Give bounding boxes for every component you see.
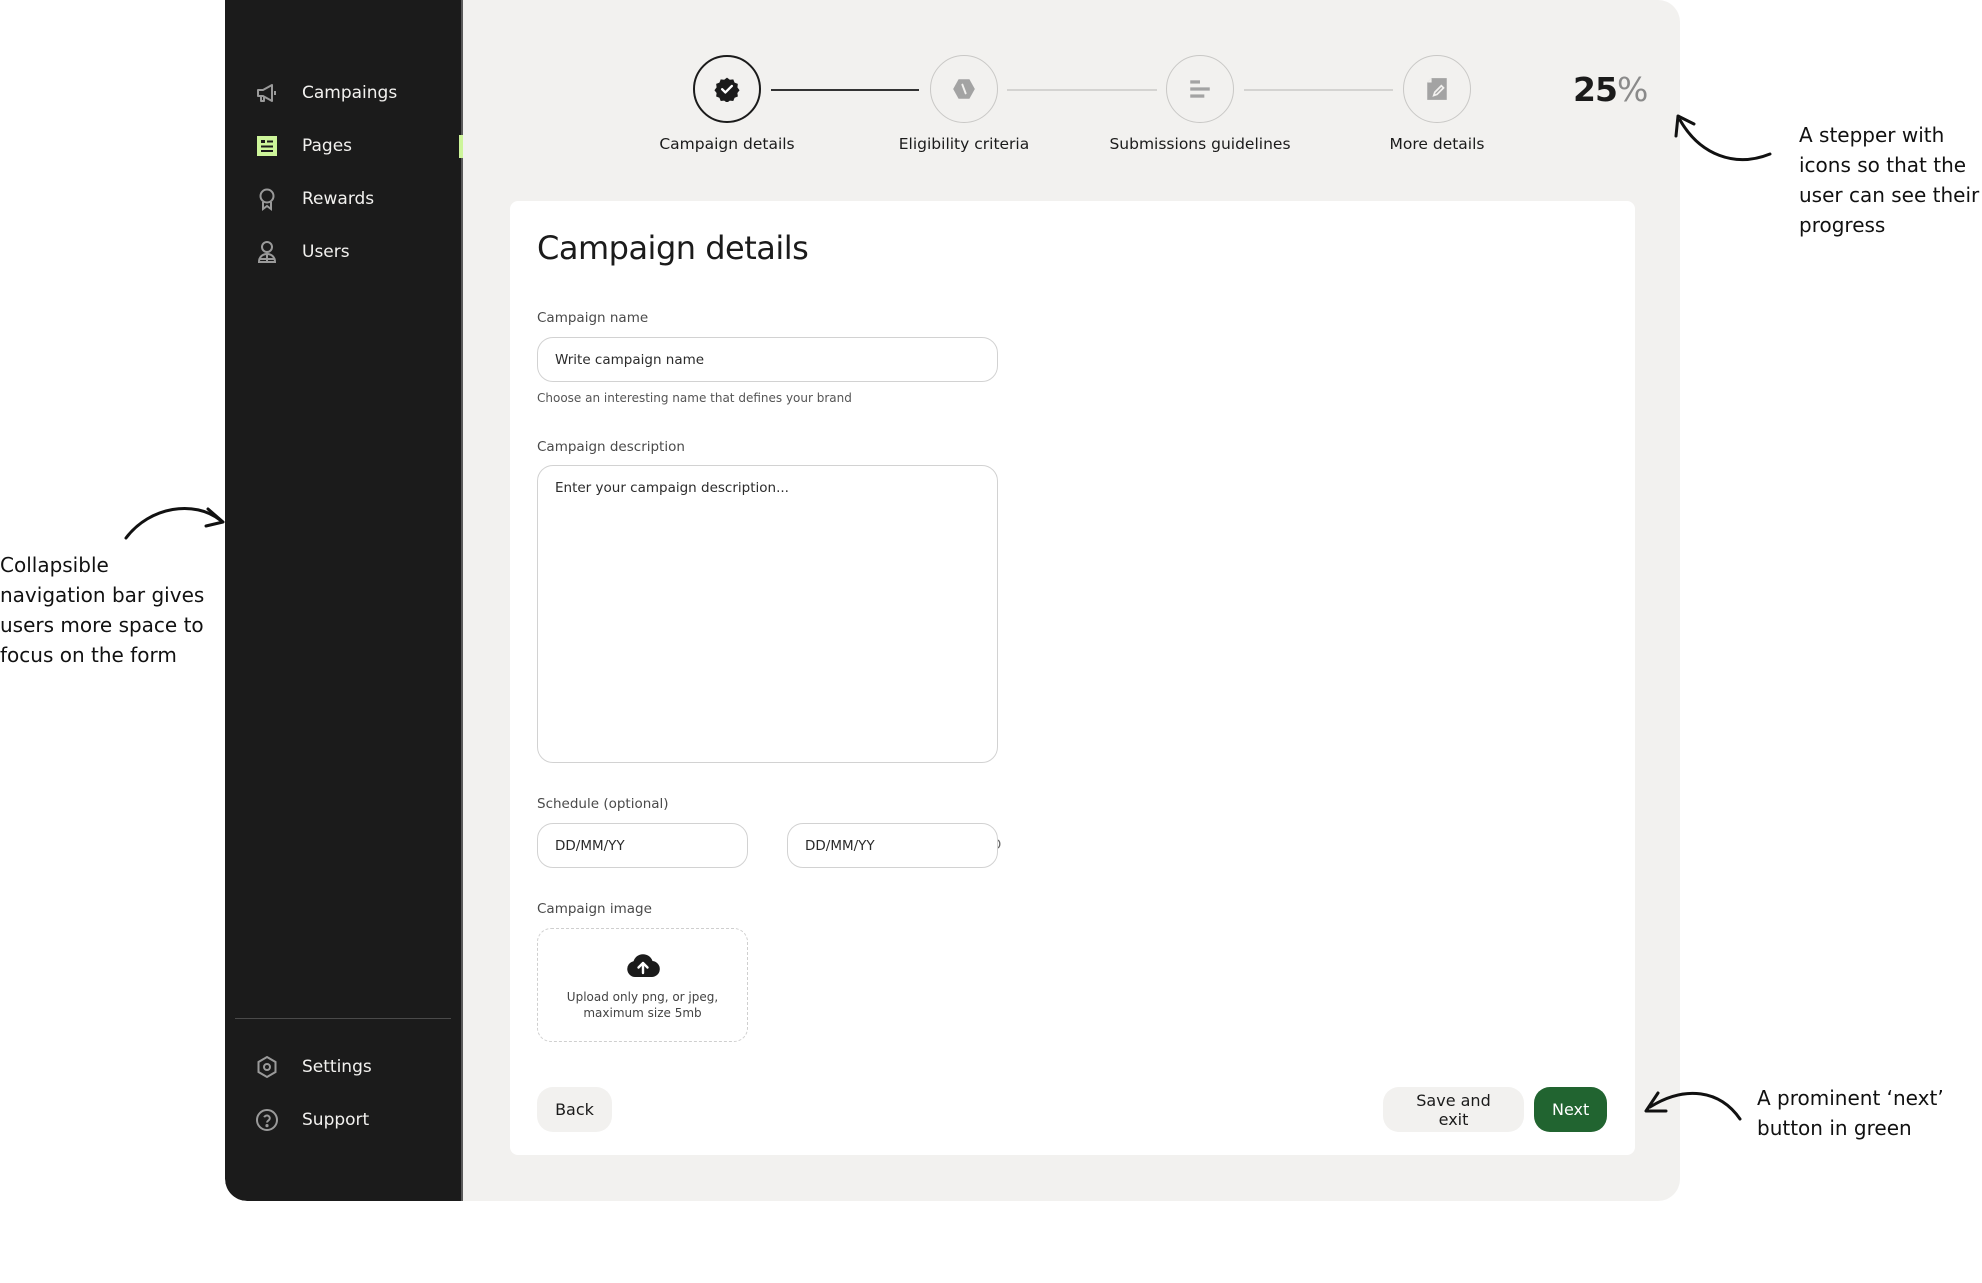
user-icon	[255, 240, 279, 264]
annotation-stepper: A stepper with icons so that the user ca…	[1799, 120, 1979, 240]
upload-instructions-line2: maximum size 5mb	[583, 1006, 702, 1020]
annotation-arrow-icon	[1674, 114, 1772, 162]
help-icon	[255, 1108, 279, 1132]
cloud-upload-icon	[626, 954, 660, 978]
sidebar-item-label: Rewards	[302, 189, 375, 209]
step-label: Campaign details	[659, 135, 795, 153]
annotation-line: icons so that the	[1799, 153, 1967, 177]
progress-stepper: Campaign details Eligibility criteria Su…	[225, 0, 1680, 180]
verified-check-icon	[714, 77, 740, 102]
step-label: Eligibility criteria	[898, 135, 1030, 153]
sidebar: Campaings Pages Rewards Users Settings S…	[225, 0, 463, 1201]
step-eligibility-criteria[interactable]: Eligibility criteria	[854, 55, 1074, 153]
app-window: Campaings Pages Rewards Users Settings S…	[225, 0, 1680, 1201]
sidebar-divider	[235, 1018, 451, 1019]
campaign-name-hint: Choose an interesting name that defines …	[537, 391, 852, 405]
sidebar-item-label: Support	[302, 1110, 370, 1130]
annotation-line: A prominent ‘next’	[1757, 1086, 1944, 1110]
sidebar-item-rewards[interactable]: Rewards	[255, 183, 445, 215]
page-title: Campaign details	[537, 229, 809, 267]
sidebar-item-label: Settings	[302, 1057, 372, 1077]
campaign-image-label: Campaign image	[537, 901, 652, 917]
annotation-line: users more space to	[0, 613, 204, 637]
annotation-line: A stepper with	[1799, 123, 1945, 147]
campaign-name-label: Campaign name	[537, 310, 649, 326]
schedule-end-date-input[interactable]	[787, 823, 998, 868]
save-and-exit-button[interactable]: Save and exit	[1383, 1087, 1524, 1132]
progress-number: 25	[1573, 70, 1618, 109]
next-button[interactable]: Next	[1534, 1087, 1607, 1132]
align-left-icon	[1190, 80, 1210, 98]
annotation-line: user can see their	[1799, 183, 1980, 207]
step-circle	[1403, 55, 1471, 123]
annotation-next-button: A prominent ‘next’ button in green	[1757, 1083, 1944, 1143]
annotation-line: button in green	[1757, 1116, 1912, 1140]
schedule-start-date-input[interactable]	[537, 823, 748, 868]
annotation-line: progress	[1799, 213, 1886, 237]
step-circle	[693, 55, 761, 123]
award-icon	[255, 187, 279, 211]
schedule-label: Schedule (optional)	[537, 796, 669, 812]
campaign-description-label: Campaign description	[537, 439, 685, 455]
sidebar-item-support[interactable]: Support	[255, 1104, 445, 1136]
step-more-details[interactable]: More details	[1327, 55, 1547, 153]
step-label: Submissions guidelines	[1109, 135, 1291, 153]
form-card: Campaign details Campaign name Choose an…	[510, 201, 1635, 1155]
document-edit-icon	[1427, 78, 1447, 100]
annotation-arrow-icon	[124, 506, 225, 540]
annotation-line: focus on the form	[0, 643, 177, 667]
sidebar-item-label: Users	[302, 242, 350, 262]
upload-instructions-line1: Upload only png, or jpeg,	[566, 990, 719, 1004]
progress-percent: 25%	[1573, 70, 1648, 109]
annotation-line: navigation bar gives	[0, 583, 205, 607]
step-circle	[1166, 55, 1234, 123]
hexagon-slash-icon	[953, 79, 975, 99]
sidebar-item-settings[interactable]: Settings	[255, 1051, 445, 1083]
campaign-description-textarea[interactable]	[537, 465, 998, 763]
sidebar-item-users[interactable]: Users	[255, 236, 445, 268]
image-upload-dropzone[interactable]: Upload only png, or jpeg, maximum size 5…	[537, 928, 748, 1042]
annotation-line: Collapsible	[0, 553, 109, 577]
step-label: More details	[1389, 135, 1485, 153]
settings-icon	[255, 1055, 279, 1079]
annotation-arrow-icon	[1644, 1091, 1742, 1121]
back-button[interactable]: Back	[537, 1087, 612, 1132]
campaign-name-input[interactable]	[537, 337, 998, 382]
annotation-sidebar: Collapsible navigation bar gives users m…	[0, 550, 204, 670]
progress-symbol: %	[1616, 70, 1648, 109]
step-submissions-guidelines[interactable]: Submissions guidelines	[1090, 55, 1310, 153]
step-campaign-details[interactable]: Campaign details	[617, 55, 837, 153]
step-circle	[930, 55, 998, 123]
